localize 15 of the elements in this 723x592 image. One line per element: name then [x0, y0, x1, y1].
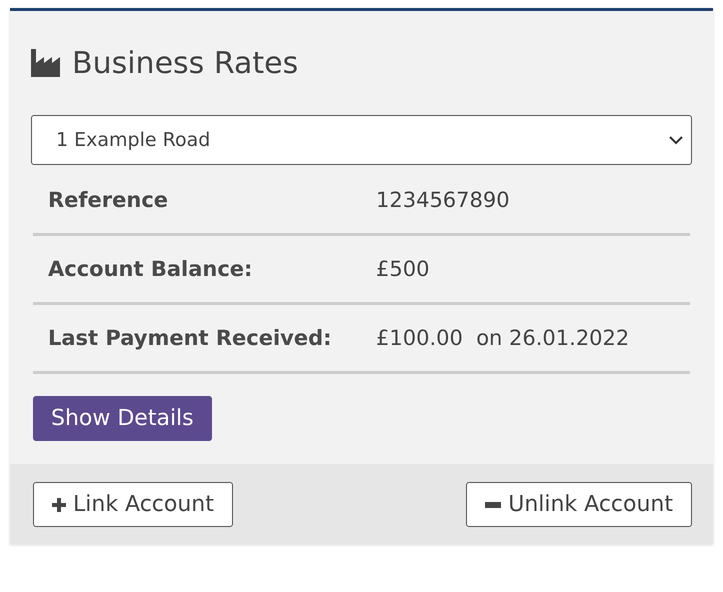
property-select[interactable]: 1 Example Road [31, 115, 692, 165]
detail-label: Reference [48, 188, 170, 212]
card-title: Business Rates [72, 46, 298, 80]
chevron-down-icon [669, 136, 683, 144]
detail-label: Last Payment Received: [48, 326, 333, 350]
factory-icon [31, 49, 63, 77]
unlink-account-button[interactable]: Unlink Account [466, 482, 692, 527]
detail-value: £100.00 on 26.01.2022 [376, 326, 630, 350]
show-details-button[interactable]: Show Details [33, 396, 212, 441]
plus-icon [52, 498, 66, 512]
minus-icon [485, 502, 502, 508]
detail-label: Account Balance: [48, 257, 254, 281]
detail-value: £500 [376, 257, 430, 281]
detail-value: 1234567890 [376, 188, 511, 212]
link-account-button[interactable]: Link Account [33, 482, 233, 527]
